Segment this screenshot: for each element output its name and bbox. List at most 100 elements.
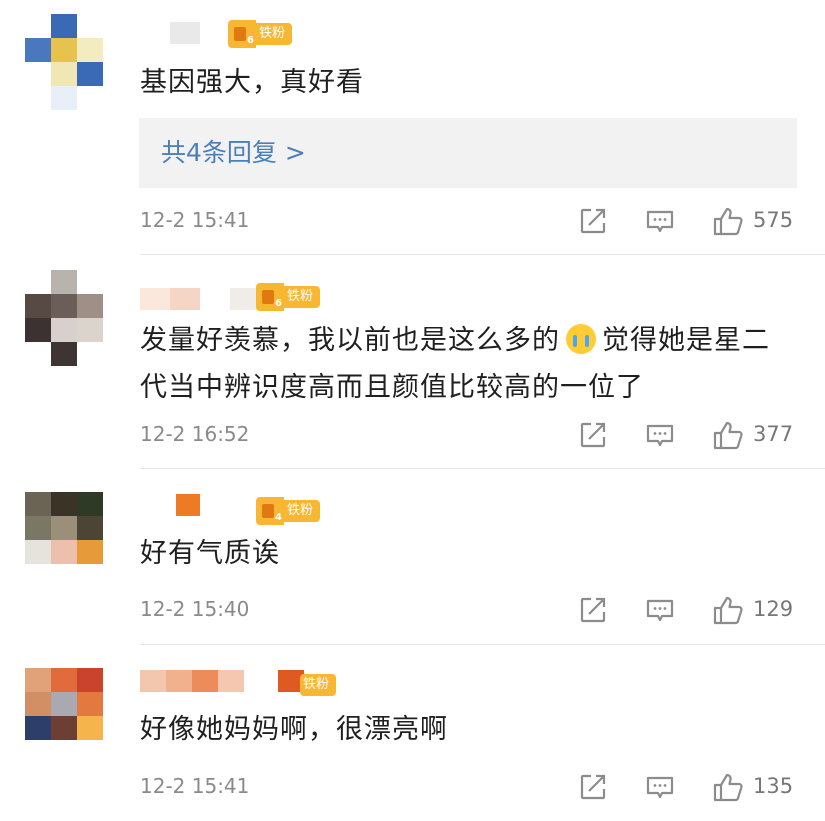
like-count: 575: [753, 208, 794, 232]
fan-badge[interactable]: 6 铁粉: [256, 283, 321, 311]
view-replies-link[interactable]: 共4条回复 >: [139, 118, 797, 188]
fan-level-icon: 6: [228, 20, 256, 48]
avatar-pixel: [77, 342, 103, 366]
avatar-pixel: [25, 516, 51, 540]
comment-meta: 12-2 16:52 377: [140, 420, 795, 450]
avatar-pixel: [77, 740, 103, 764]
divider: [140, 644, 825, 645]
avatar[interactable]: [25, 492, 103, 588]
name-block: [170, 22, 200, 44]
avatar-pixel: [25, 294, 51, 318]
avatar-pixel: [77, 564, 103, 588]
name-block: [200, 288, 230, 310]
name-block: [192, 670, 218, 692]
like-count: 135: [753, 774, 794, 798]
avatar-pixel: [51, 516, 77, 540]
avatar-pixel: [51, 716, 77, 740]
avatar-pixel: [25, 740, 51, 764]
name-block: [140, 494, 176, 516]
avatar-pixel: [77, 270, 103, 294]
comment-text: 发量好羡慕，我以前也是这么多的 觉得她是星二代当中辨识度高而且颜值比较高的一位了: [140, 317, 785, 411]
like-icon[interactable]: [712, 772, 743, 802]
avatar[interactable]: [25, 270, 103, 366]
crying-face-icon: [566, 324, 596, 354]
avatar-pixel: [25, 270, 51, 294]
fan-badge[interactable]: 6 铁粉: [228, 20, 293, 48]
comment-icon[interactable]: [645, 420, 675, 450]
comment-meta: 12-2 15:41 135: [140, 772, 795, 802]
avatar-pixel: [51, 492, 77, 516]
like-icon[interactable]: [712, 420, 743, 450]
avatar-pixel: [77, 86, 103, 110]
avatar-pixel: [51, 38, 77, 62]
like-count: 129: [753, 597, 794, 621]
comment-text: 好像她妈妈啊，很漂亮啊: [140, 714, 448, 745]
fan-badge-label: 铁粉: [284, 286, 321, 308]
timestamp: 12-2 15:41: [140, 208, 250, 232]
avatar-pixel: [25, 14, 51, 38]
name-block: [244, 670, 278, 692]
avatar-pixel: [25, 492, 51, 516]
name-block: [140, 670, 166, 692]
share-icon[interactable]: [578, 206, 608, 236]
share-icon[interactable]: [578, 772, 608, 802]
avatar-pixel: [77, 516, 103, 540]
like-count: 377: [753, 422, 794, 446]
divider: [140, 468, 825, 469]
comment-meta: 12-2 15:41 575: [140, 206, 795, 236]
avatar-pixel: [51, 14, 77, 38]
avatar-pixel: [77, 540, 103, 564]
comment-icon[interactable]: [645, 206, 675, 236]
fan-badge-label: 铁粉: [256, 23, 293, 45]
avatar-pixel: [51, 540, 77, 564]
fan-badge[interactable]: 铁粉: [300, 671, 337, 699]
avatar-pixel: [25, 86, 51, 110]
avatar-pixel: [51, 342, 77, 366]
name-block: [200, 22, 230, 44]
avatar-pixel: [51, 86, 77, 110]
username-redacted[interactable]: [140, 494, 260, 516]
share-icon[interactable]: [578, 420, 608, 450]
avatar-pixel: [25, 62, 51, 86]
avatar-pixel: [51, 270, 77, 294]
like-icon[interactable]: [712, 595, 743, 625]
avatar-pixel: [51, 692, 77, 716]
username-redacted[interactable]: [140, 670, 304, 692]
avatar-pixel: [51, 740, 77, 764]
avatar-pixel: [77, 716, 103, 740]
fan-badge-label: 铁粉: [284, 500, 321, 522]
avatar-pixel: [77, 62, 103, 86]
avatar[interactable]: [25, 668, 103, 764]
fan-level-icon: 6: [256, 283, 284, 311]
avatar-pixel: [25, 692, 51, 716]
name-block: [166, 670, 192, 692]
avatar-pixel: [25, 38, 51, 62]
comment-icon[interactable]: [645, 595, 675, 625]
comment-text: 基因强大，真好看: [140, 67, 364, 98]
timestamp: 12-2 15:41: [140, 774, 250, 798]
fan-badge-label: 铁粉: [300, 674, 337, 696]
name-block: [218, 670, 244, 692]
avatar-pixel: [77, 692, 103, 716]
share-icon[interactable]: [578, 595, 608, 625]
avatar-pixel: [77, 668, 103, 692]
comment-meta: 12-2 15:40 129: [140, 595, 795, 625]
avatar-pixel: [77, 38, 103, 62]
fan-badge[interactable]: 4 铁粉: [256, 497, 321, 525]
name-block: [140, 22, 170, 44]
avatar-pixel: [25, 668, 51, 692]
comment-text: 好有气质诶: [140, 538, 280, 569]
name-block: [176, 494, 200, 516]
like-icon[interactable]: [712, 206, 743, 236]
avatar-pixel: [77, 294, 103, 318]
avatar-pixel: [51, 294, 77, 318]
avatar[interactable]: [25, 14, 103, 110]
avatar-pixel: [51, 668, 77, 692]
comment-icon[interactable]: [645, 772, 675, 802]
avatar-pixel: [25, 564, 51, 588]
avatar-pixel: [51, 564, 77, 588]
username-redacted[interactable]: [140, 288, 260, 310]
avatar-pixel: [77, 14, 103, 38]
avatar-pixel: [25, 716, 51, 740]
avatar-pixel: [25, 318, 51, 342]
